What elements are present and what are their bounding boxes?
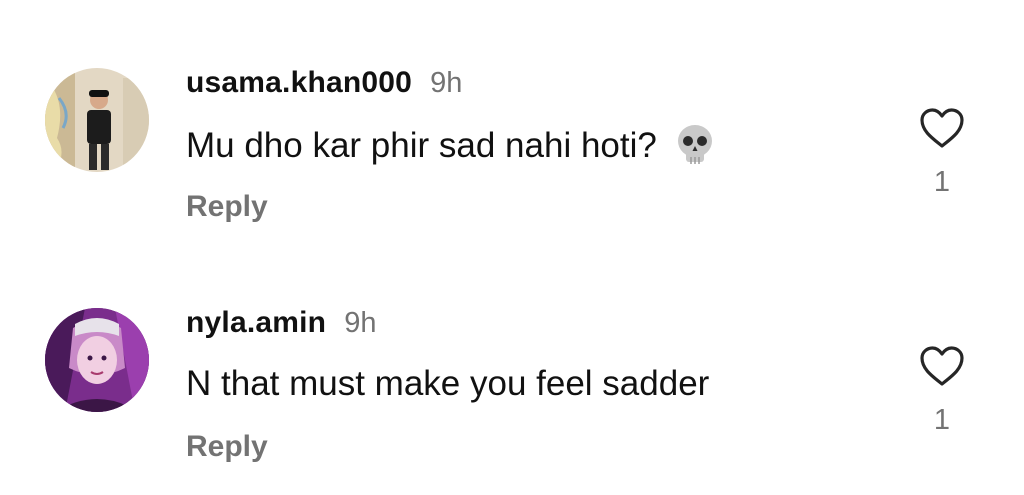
comment-item: nyla.amin 9h N that must make you feel s… bbox=[0, 290, 1024, 490]
username[interactable]: nyla.amin bbox=[186, 306, 326, 340]
username[interactable]: usama.khan000 bbox=[186, 66, 412, 100]
timestamp: 9h bbox=[344, 307, 377, 339]
comment-meta: usama.khan000 9h bbox=[186, 66, 462, 106]
comment-text-row: N that must make you feel sadder bbox=[186, 364, 709, 404]
avatar-image bbox=[45, 68, 149, 172]
reply-button[interactable]: Reply bbox=[186, 430, 268, 464]
heart-icon[interactable] bbox=[918, 344, 966, 388]
like-count: 1 bbox=[933, 404, 951, 436]
like-group: 1 bbox=[912, 344, 972, 437]
avatar[interactable] bbox=[45, 308, 149, 412]
avatar[interactable] bbox=[45, 68, 149, 172]
like-count: 1 bbox=[933, 166, 951, 198]
comment-text-row: Mu dho kar phir sad nahi hoti? bbox=[186, 124, 715, 168]
comment-item: usama.khan000 9h Mu dho kar phir sad nah… bbox=[0, 50, 1024, 250]
avatar-image bbox=[45, 308, 149, 412]
like-group: 1 bbox=[912, 106, 972, 199]
skull-icon bbox=[675, 124, 715, 168]
comment-meta: nyla.amin 9h bbox=[186, 306, 376, 346]
comment-text: N that must make you feel sadder bbox=[186, 364, 710, 403]
reply-button[interactable]: Reply bbox=[186, 190, 268, 224]
heart-icon[interactable] bbox=[918, 106, 966, 150]
comment-text: Mu dho kar phir sad nahi hoti? bbox=[186, 126, 657, 165]
timestamp: 9h bbox=[430, 67, 463, 99]
